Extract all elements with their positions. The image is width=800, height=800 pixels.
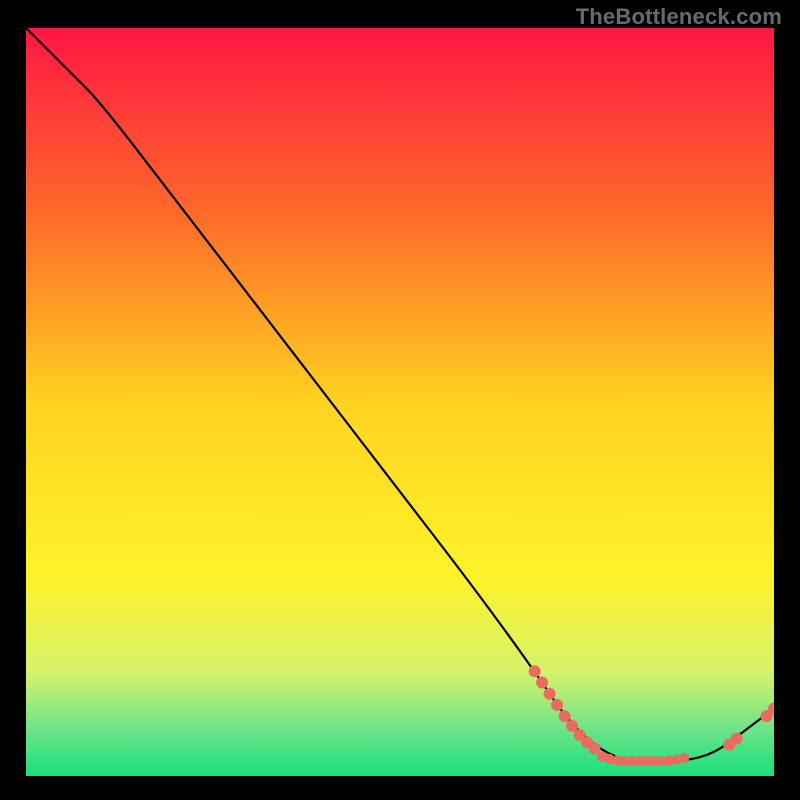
- chart-marker: [679, 753, 689, 763]
- chart-marker: [731, 733, 743, 745]
- chart-svg: [26, 28, 774, 776]
- chart-marker: [551, 699, 563, 711]
- watermark-text: TheBottleneck.com: [576, 4, 782, 30]
- chart-container: [26, 28, 774, 776]
- chart-marker: [544, 688, 556, 700]
- stage: TheBottleneck.com: [0, 0, 800, 800]
- chart-marker: [536, 677, 548, 689]
- chart-background: [26, 28, 774, 776]
- chart-marker: [529, 665, 541, 677]
- chart-marker: [588, 742, 600, 754]
- chart-marker: [559, 710, 571, 722]
